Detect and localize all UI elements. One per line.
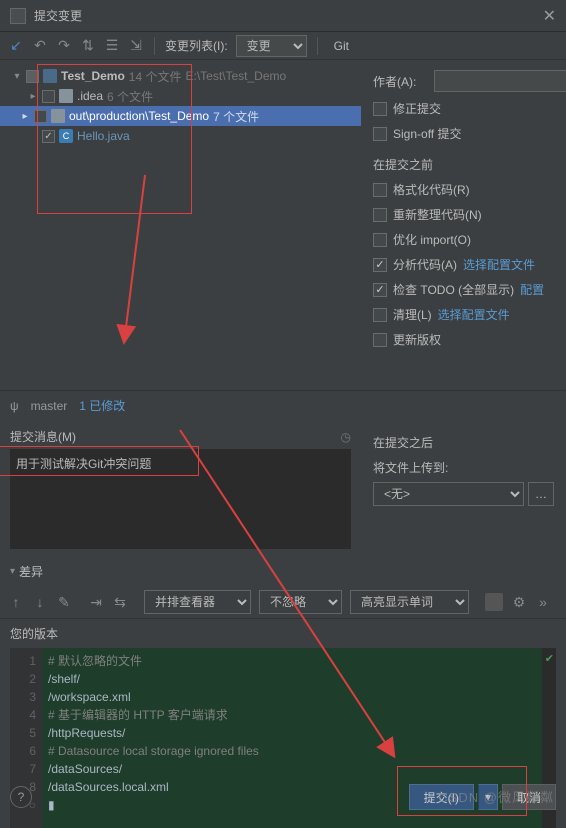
analyze-checkbox[interactable] <box>373 258 387 272</box>
reformat-checkbox[interactable] <box>373 183 387 197</box>
checkbox[interactable] <box>26 70 39 83</box>
redo-icon[interactable]: ↷ <box>56 38 72 54</box>
checkbox[interactable] <box>42 130 55 143</box>
edit-icon[interactable]: ✎ <box>56 594 72 610</box>
revert-icon[interactable]: ↙ <box>8 38 24 54</box>
upload-label: 将文件上传到: <box>373 459 554 476</box>
optimize-checkbox[interactable] <box>373 233 387 247</box>
author-label: 作者(A): <box>373 73 428 90</box>
module-icon <box>43 69 57 83</box>
upload-select[interactable]: <无> <box>373 482 524 506</box>
lock-icon[interactable] <box>485 593 503 611</box>
folder-icon <box>59 89 73 103</box>
git-label: Git <box>334 39 349 53</box>
tree-node-idea[interactable]: ▸ .idea 6 个文件 <box>8 86 353 106</box>
branch-icon: ψ <box>10 399 19 413</box>
commit-dropdown[interactable]: ▾ <box>478 784 498 810</box>
todo-link[interactable]: 配置 <box>520 281 544 298</box>
upload-more-button[interactable]: … <box>528 482 554 506</box>
check-icon: ✔ <box>545 652 554 665</box>
commit-msg-input[interactable]: 用于测试解决Git冲突问题 <box>10 449 351 549</box>
branch-name: master <box>31 399 68 413</box>
toolbar: ↙ ↶ ↷ ⇅ ☰ ⇲ 变更列表(I): 变更 Git <box>0 32 566 60</box>
diff-icon[interactable]: ⇅ <box>80 38 96 54</box>
chevron-down-icon[interactable]: ▾ <box>12 71 22 82</box>
group-icon[interactable]: ☰ <box>104 38 120 54</box>
ignore-select[interactable]: 不忽略 <box>259 590 342 614</box>
rearrange-checkbox[interactable] <box>373 208 387 222</box>
history-icon[interactable]: ◷ <box>341 430 351 444</box>
amend-checkbox[interactable] <box>373 102 387 116</box>
chevron-down-icon[interactable]: ▾ <box>10 566 15 577</box>
expand-icon[interactable]: ⇲ <box>128 38 144 54</box>
your-version-label: 您的版本 <box>0 619 566 648</box>
changes-link[interactable]: 1 已修改 <box>79 397 125 414</box>
checkbox[interactable] <box>42 90 55 103</box>
commit-button[interactable]: 提交(I) <box>409 784 474 810</box>
cleanup-link[interactable]: 选择配置文件 <box>438 306 510 323</box>
collapse-icon[interactable]: ⇥ <box>88 594 104 610</box>
after-commit-label: 在提交之后 <box>373 434 554 451</box>
gear-icon[interactable]: ⚙ <box>511 594 527 610</box>
chevron-right-icon[interactable]: ▸ <box>28 91 38 102</box>
analyze-link[interactable]: 选择配置文件 <box>463 256 535 273</box>
changelist-select[interactable]: 变更 <box>236 35 307 57</box>
checkbox[interactable] <box>34 110 47 123</box>
viewer-select[interactable]: 并排查看器 <box>144 590 251 614</box>
highlight-select[interactable]: 高亮显示单词 <box>350 590 469 614</box>
tree-node-hello[interactable]: C Hello.java <box>8 126 353 146</box>
undo-icon[interactable]: ↶ <box>32 38 48 54</box>
next-icon[interactable]: ↓ <box>32 594 48 610</box>
author-input[interactable] <box>434 70 566 92</box>
tree-root[interactable]: ▾ Test_Demo 14 个文件 E:\Test\Test_Demo <box>8 66 353 86</box>
copyright-checkbox[interactable] <box>373 333 387 347</box>
commit-msg-label: 提交消息(M) <box>10 428 76 445</box>
close-icon[interactable]: ✕ <box>543 6 556 26</box>
changelist-label: 变更列表(I): <box>165 37 228 54</box>
more-icon[interactable]: » <box>535 594 551 610</box>
sync-icon[interactable]: ⇆ <box>112 594 128 610</box>
prev-icon[interactable]: ↑ <box>8 594 24 610</box>
cleanup-checkbox[interactable] <box>373 308 387 322</box>
file-tree[interactable]: ▾ Test_Demo 14 个文件 E:\Test\Test_Demo ▸ .… <box>8 66 353 146</box>
folder-icon <box>51 109 65 123</box>
window-title: 提交变更 <box>34 7 82 24</box>
before-commit-label: 在提交之前 <box>373 156 554 173</box>
cancel-button[interactable]: 取消 <box>502 784 556 810</box>
todo-checkbox[interactable] <box>373 283 387 297</box>
app-icon <box>10 8 26 24</box>
diff-label: 差异 <box>19 563 43 580</box>
chevron-right-icon[interactable]: ▸ <box>20 111 30 122</box>
java-icon: C <box>59 129 73 143</box>
signoff-checkbox[interactable] <box>373 127 387 141</box>
help-button[interactable]: ? <box>10 786 32 808</box>
tree-node-out[interactable]: ▸ out\production\Test_Demo 7 个文件 <box>0 106 361 126</box>
